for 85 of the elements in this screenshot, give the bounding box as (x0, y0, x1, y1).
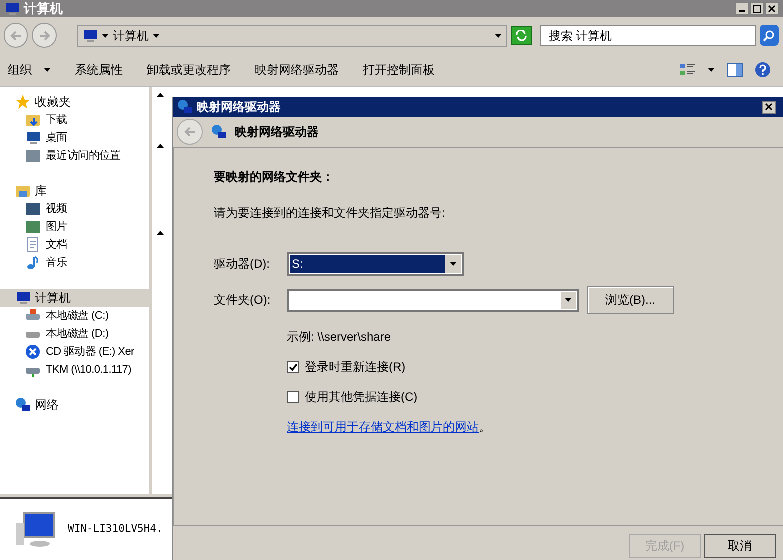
sidebar-item[interactable]: 库 (0, 182, 149, 200)
toolbar-button[interactable]: 组织 (8, 61, 51, 79)
drive-select[interactable]: S: (287, 252, 464, 276)
computer-icon (82, 28, 98, 44)
collapse-arrow-icon (157, 231, 164, 235)
sidebar-item[interactable]: 视频 (0, 200, 149, 218)
checkbox-label: 登录时重新连接(R) (305, 359, 406, 376)
back-arrow-icon (184, 127, 196, 137)
sidebar-item[interactable]: 收藏夹 (0, 93, 149, 111)
close-icon (768, 4, 776, 12)
sidebar-item[interactable]: 本地磁盘 (D:) (0, 325, 149, 343)
forward-arrow-icon (38, 30, 51, 40)
sidebar-item[interactable]: 计算机 (0, 289, 149, 307)
help-icon (755, 62, 771, 78)
minimize-icon (739, 10, 745, 12)
network-icon (177, 99, 193, 115)
computer-name: WIN-LI310LV5H4. (68, 522, 163, 537)
toolbar-button[interactable]: 系统属性 (75, 61, 123, 79)
desktop-icon (25, 130, 41, 146)
sidebar-item[interactable]: 图片 (0, 218, 149, 236)
punctuation-text: 。 (479, 419, 491, 436)
example-text: 示例: \\server\share (287, 329, 392, 346)
drive-label: 驱动器(D): (214, 256, 271, 273)
checkbox-label: 使用其他凭据连接(C) (305, 389, 418, 406)
folder-label: 文件夹(O): (214, 292, 272, 309)
caret-icon (102, 34, 109, 38)
instruction-text: 请为要连接到的连接和文件夹指定驱动器号: (214, 205, 446, 222)
dropdown-caret-icon (495, 34, 502, 38)
website-link[interactable]: 连接到可用于存储文档和图片的网站 (287, 418, 479, 436)
section-heading: 要映射的网络文件夹： (214, 169, 335, 186)
address-bar[interactable]: 计算机 (76, 24, 508, 46)
caret-icon (708, 68, 715, 72)
cd-drive-icon (25, 344, 41, 360)
sidebar-item[interactable]: CD 驱动器 (E:) Xer (0, 343, 149, 361)
sidebar-item[interactable]: 桌面 (0, 129, 149, 147)
search-field[interactable]: 搜索 计算机 (540, 25, 756, 46)
window-title: 计算机 (24, 0, 63, 18)
music-note-icon (25, 255, 41, 271)
toolbar-button[interactable]: 卸载或更改程序 (147, 61, 231, 79)
caret-icon (450, 262, 456, 266)
computer-icon (14, 510, 56, 548)
browse-button[interactable]: 浏览(B)... (587, 286, 674, 314)
maximize-icon (753, 4, 761, 12)
sidebar-item[interactable]: 最近访问的位置 (0, 147, 149, 165)
refresh-button[interactable] (511, 26, 532, 45)
caret-icon (565, 298, 572, 302)
close-button[interactable] (762, 100, 776, 114)
network-icon (211, 124, 227, 140)
maximize-button[interactable] (750, 2, 764, 15)
collapse-arrow-icon (157, 93, 164, 97)
sidebar-item[interactable]: 下载 (0, 111, 149, 129)
close-icon (765, 103, 773, 111)
back-arrow-icon (10, 30, 22, 40)
close-button[interactable] (765, 2, 779, 15)
computer-icon (15, 290, 31, 306)
search-button[interactable] (760, 25, 779, 46)
view-options-icon (680, 63, 696, 77)
caret-icon (44, 68, 51, 72)
document-icon (25, 237, 41, 253)
refresh-icon (515, 30, 528, 41)
address-path: 计算机 (112, 28, 149, 44)
network-icon (15, 397, 31, 413)
checkbox[interactable] (287, 361, 299, 373)
caret-icon (152, 34, 160, 38)
dialog-header: 映射网络驱动器 (235, 124, 319, 141)
sidebar-item[interactable]: 音乐 (0, 254, 149, 272)
collapse-arrow-icon (157, 144, 164, 148)
search-icon (763, 30, 776, 42)
sidebar-item[interactable]: 文档 (0, 236, 149, 254)
checkmark-icon (288, 362, 298, 372)
dialog-button[interactable]: 取消 (704, 534, 776, 558)
library-folder-icon (15, 183, 31, 199)
toolbar-button[interactable]: 打开控制面板 (363, 61, 435, 79)
minimize-button[interactable] (735, 2, 749, 15)
folder-combobox[interactable] (287, 288, 579, 312)
sidebar-item[interactable]: 本地磁盘 (C:) (0, 307, 149, 325)
star-icon (15, 94, 31, 110)
toolbar-button[interactable]: 映射网络驱动器 (255, 61, 339, 79)
sidebar-item[interactable]: 网络 (0, 396, 149, 414)
download-folder-icon (25, 112, 41, 128)
computer-icon (4, 0, 20, 16)
preview-pane-icon (727, 63, 743, 77)
checkbox[interactable] (287, 391, 299, 403)
sidebar-item[interactable]: TKM (\\10.0.1.117) (0, 361, 149, 379)
dialog-title: 映射网络驱动器 (197, 99, 281, 116)
